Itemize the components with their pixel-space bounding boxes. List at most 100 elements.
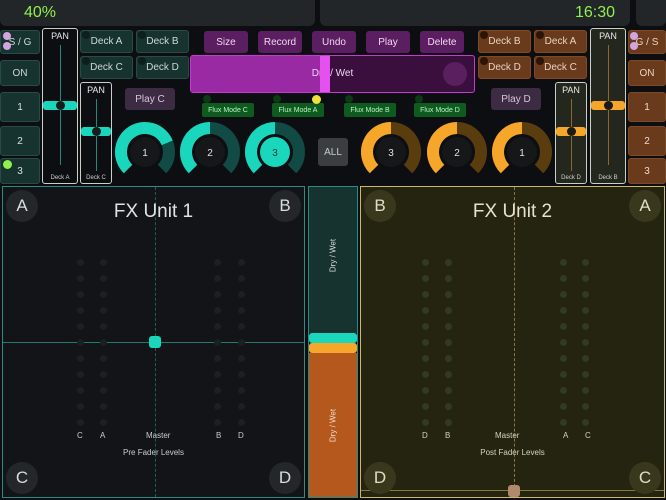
level-led [582,355,589,362]
on-right-button[interactable]: ON [628,60,666,86]
button-label: Deck C [544,62,577,73]
fader-top-label: Dry / Wet [328,238,338,273]
level-led [560,419,567,426]
pan-fader-deck-b[interactable]: PAN Deck B [590,28,626,184]
pad-cursor[interactable] [508,485,520,497]
level-led [445,371,452,378]
level-led [77,387,84,394]
level-led [582,339,589,346]
level-led [214,403,221,410]
level-led [445,323,452,330]
corner-label: A [639,196,651,215]
right-button-3[interactable]: 3 [628,158,666,184]
corner-tl: B [364,190,396,222]
fader-handle-teal[interactable] [309,333,357,343]
fx-unit-2-pad[interactable]: FX Unit 2 B A D C D B Master A C Post Fa… [360,186,665,498]
level-led [100,403,107,410]
level-led [238,419,245,426]
all-button[interactable]: ALL [318,138,348,166]
level-led [77,307,84,314]
fader-handle-orange[interactable] [309,343,357,353]
level-led [77,291,84,298]
level-led [238,355,245,362]
level-led [214,387,221,394]
level-led [77,259,84,266]
level-led [422,259,429,266]
level-led [445,307,452,314]
level-led [214,275,221,282]
level-led [445,355,452,362]
fx-title: FX Unit 2 [472,201,553,222]
fx2-knob-2[interactable]: 2 [427,122,487,174]
levels-caption: Post Fader Levels [480,448,545,457]
indicator-dot [536,31,544,39]
level-led [422,387,429,394]
level-led [445,419,452,426]
level-led [100,291,107,298]
level-led [214,371,221,378]
level-led [560,403,567,410]
fx-unit-1-pad[interactable]: FX Unit 1 A B C D C A Master B D Pre Fad… [2,186,305,498]
level-led [422,419,429,426]
corner-label: C [15,468,29,487]
fx1-knob-3[interactable]: 3 [245,122,305,174]
pad-cursor[interactable] [149,336,161,348]
level-led [214,291,221,298]
level-led [422,371,429,378]
level-led [560,339,567,346]
fx-title: FX Unit 1 [113,201,194,222]
level-led [560,307,567,314]
fx2-knob-3[interactable]: 3 [361,122,421,174]
button-label: Deck B [488,36,521,47]
level-led [77,419,84,426]
pan-handle-center [567,127,576,136]
meter-label: D [422,431,428,440]
level-led [77,355,84,362]
level-led [100,387,107,394]
meter-label: C [585,431,591,440]
play-d-button[interactable]: Play D [491,88,541,110]
level-led [238,371,245,378]
level-led [238,259,245,266]
button-label: ALL [324,146,342,158]
level-led [582,259,589,266]
level-led [214,339,221,346]
meter-label: Master [146,431,171,440]
level-led [77,275,84,282]
level-led [582,387,589,394]
level-led [214,259,221,266]
level-led [445,259,452,266]
level-led [77,339,84,346]
level-led [582,275,589,282]
corner-label: A [16,196,28,215]
indicator-dot [480,57,488,65]
right-button-1[interactable]: 1 [628,92,666,122]
level-led [100,339,107,346]
level-led [422,275,429,282]
pan-fader-deck-d[interactable]: PAN Deck D [555,82,587,184]
level-led [560,323,567,330]
level-led [238,339,245,346]
knob-label: 3 [388,148,394,159]
knob-label: 2 [207,148,213,159]
fx2-knob-1[interactable]: 1 [492,122,552,174]
indicator-dot [630,42,638,50]
meter-label: C [77,431,83,440]
level-led [100,259,107,266]
corner-br: C [629,462,661,494]
fx1-knob-2[interactable]: 2 [180,122,240,174]
fx1-knob-1[interactable]: 1 [115,122,175,174]
button-label: 2 [644,135,650,147]
corner-tr: A [629,190,661,222]
right-button-2[interactable]: 2 [628,126,666,156]
on-label: ON [639,67,655,79]
level-led [445,403,452,410]
level-led [445,291,452,298]
corner-label: D [373,468,387,487]
button-label: Deck D [488,62,521,73]
level-led [214,307,221,314]
corner-label: B [374,196,386,215]
indicator-dot [536,57,544,65]
level-led [214,323,221,330]
center-drywet-fader[interactable]: Dry / Wet Dry / Wet [308,186,358,498]
